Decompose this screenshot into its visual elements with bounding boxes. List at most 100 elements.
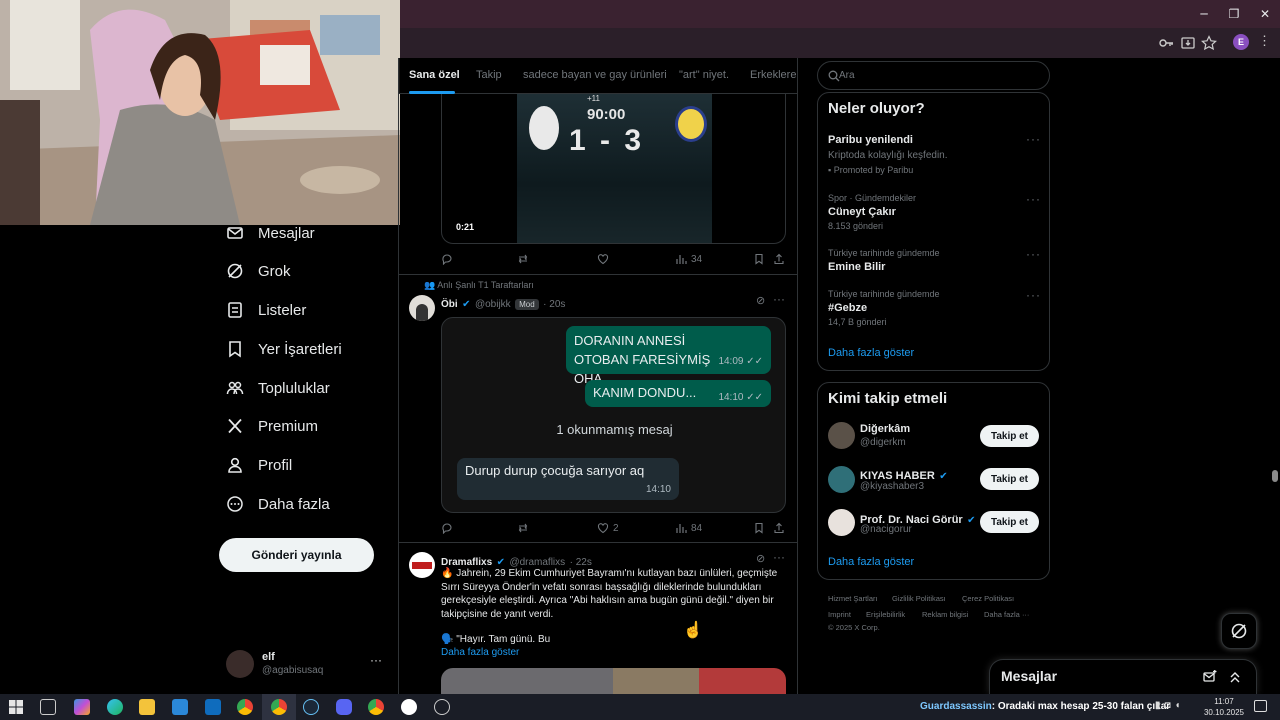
store-icon[interactable] xyxy=(172,699,188,715)
tab-for-you[interactable]: Sana özel xyxy=(409,69,460,81)
chrome-icon[interactable] xyxy=(368,699,384,715)
expand-icon[interactable] xyxy=(1228,670,1242,684)
views-button[interactable]: 84 xyxy=(675,522,702,534)
reply-button[interactable] xyxy=(441,522,453,534)
nav-messages[interactable]: Mesajlar xyxy=(226,218,386,248)
nav-more[interactable]: Daha fazla xyxy=(226,489,386,519)
footer-link[interactable]: Hizmet Şartları xyxy=(828,594,878,603)
chrome-icon[interactable] xyxy=(237,699,253,715)
discord-icon[interactable] xyxy=(336,699,352,715)
views-button[interactable]: 34 xyxy=(675,253,702,265)
footer-link[interactable]: Reklam bilgisi xyxy=(922,610,968,619)
maximize-button[interactable]: ❐ xyxy=(1225,5,1243,23)
user-handle: @kiyashaber3 xyxy=(860,481,925,492)
show-more-link[interactable]: Daha fazla göster xyxy=(828,556,914,568)
avatar[interactable] xyxy=(828,509,855,536)
footer-link[interactable]: Daha fazla ··· xyxy=(984,610,1029,619)
messages-dock[interactable]: Mesajlar xyxy=(989,659,1257,694)
tab-list[interactable]: sadece bayan ve gay ürünleri xyxy=(523,69,667,81)
obs-icon[interactable] xyxy=(401,699,417,715)
verified-icon: ✔ xyxy=(462,299,471,310)
avatar[interactable] xyxy=(409,552,435,578)
copilot-icon[interactable] xyxy=(74,699,90,715)
post-button[interactable]: Gönderi yayınla xyxy=(219,538,374,572)
task-view-icon[interactable] xyxy=(40,699,56,715)
trend-more-icon[interactable]: ··· xyxy=(1026,192,1041,206)
nav-communities[interactable]: Topluluklar xyxy=(226,373,386,403)
tab-following[interactable]: Takip xyxy=(476,69,502,81)
new-message-icon[interactable] xyxy=(1203,670,1217,684)
author-name[interactable]: Öbi xyxy=(441,299,458,310)
trend-more-icon[interactable]: ··· xyxy=(1026,132,1041,146)
clock[interactable]: 11:07 30.10.2025 xyxy=(1199,696,1249,718)
windows-start-icon[interactable] xyxy=(8,699,24,715)
tab-list[interactable]: "art" niyet. xyxy=(679,69,729,81)
close-button[interactable]: ✕ xyxy=(1256,5,1274,23)
app-icon[interactable] xyxy=(434,699,450,715)
share-button[interactable] xyxy=(773,522,785,534)
nav-profile[interactable]: Profil xyxy=(226,450,386,480)
grok-icon[interactable]: ⊘ xyxy=(756,294,765,307)
more-icon[interactable]: ··· xyxy=(773,292,785,306)
grok-floating-button[interactable] xyxy=(1221,613,1257,649)
minimize-button[interactable]: ─ xyxy=(1195,5,1213,23)
scrollbar-thumb[interactable] xyxy=(1272,470,1278,482)
avatar[interactable] xyxy=(828,466,855,493)
follow-button[interactable]: Takip et xyxy=(980,425,1039,447)
follow-button[interactable]: Takip et xyxy=(980,511,1039,533)
nav-label: Listeler xyxy=(258,301,307,319)
star-icon[interactable] xyxy=(1201,35,1217,51)
repost-button[interactable] xyxy=(517,522,529,534)
tab-list[interactable]: Erkeklere xyxy=(750,69,796,81)
edge-icon[interactable] xyxy=(107,699,123,715)
grok-icon[interactable]: ⊘ xyxy=(756,552,765,565)
footer-link[interactable]: Erişilebilirlik xyxy=(866,610,905,619)
account-switcher[interactable]: elf @agabisusaq ··· xyxy=(226,648,386,680)
trend-more-icon[interactable]: ··· xyxy=(1026,288,1041,302)
notifications-icon[interactable] xyxy=(1254,700,1267,712)
author-handle[interactable]: @obijkk xyxy=(475,299,511,310)
reply-button[interactable] xyxy=(441,253,453,265)
follow-button[interactable]: Takip et xyxy=(980,468,1039,490)
profile-avatar[interactable]: E xyxy=(1233,34,1249,50)
outlook-icon[interactable] xyxy=(205,699,221,715)
trend-name[interactable]: Emine Bilir xyxy=(828,261,885,273)
bookmark-button[interactable] xyxy=(753,253,765,265)
trend-name[interactable]: Paribu yenilendi xyxy=(828,134,913,146)
video-player[interactable]: +11 90:00 1 - 3 0:21 xyxy=(441,94,786,244)
nav-premium[interactable]: Premium xyxy=(226,411,386,441)
share-button[interactable] xyxy=(773,253,785,265)
steam-icon[interactable] xyxy=(303,699,319,715)
file-explorer-icon[interactable] xyxy=(139,699,155,715)
like-button[interactable] xyxy=(597,253,609,265)
nav-grok[interactable]: Grok xyxy=(226,256,386,286)
system-tray-icons[interactable]: ▮◘◖ xyxy=(1155,700,1185,711)
post-media[interactable] xyxy=(441,668,786,694)
trend-name[interactable]: #Gebze xyxy=(828,302,867,314)
avatar[interactable] xyxy=(828,422,855,449)
show-more-link[interactable]: Daha fazla göster xyxy=(828,347,914,359)
kebab-menu-icon[interactable]: ⋮ xyxy=(1258,33,1271,49)
nav-label: Premium xyxy=(258,417,319,435)
nav-lists[interactable]: Listeler xyxy=(226,295,386,325)
chat-screenshot[interactable]: DORANIN ANNESİ OTOBAN FARESİYMİŞ OHA 14:… xyxy=(441,317,786,513)
trend-more-icon[interactable]: ··· xyxy=(1026,247,1041,261)
nav-bookmarks[interactable]: Yer İşaretleri xyxy=(226,334,386,364)
repost-button[interactable] xyxy=(517,253,529,265)
avatar[interactable] xyxy=(409,295,435,321)
more-icon[interactable]: ··· xyxy=(773,550,785,564)
account-more-icon[interactable]: ··· xyxy=(370,653,382,667)
key-icon[interactable] xyxy=(1158,35,1174,51)
search-box[interactable]: Ara xyxy=(817,61,1050,90)
footer-link[interactable]: Çerez Politikası xyxy=(962,594,1014,603)
show-more-link[interactable]: Daha fazla göster xyxy=(441,647,519,658)
trend-name[interactable]: Cüneyt Çakır xyxy=(828,206,896,218)
bookmark-button[interactable] xyxy=(753,522,765,534)
clock-time: 11:07 xyxy=(1214,697,1234,706)
user-name[interactable]: Diğerkâm xyxy=(860,423,910,435)
chrome-icon[interactable] xyxy=(271,699,287,715)
install-app-icon[interactable] xyxy=(1180,35,1196,51)
footer-link[interactable]: Gizlilik Politikası xyxy=(892,594,946,603)
like-button[interactable]: 2 xyxy=(597,522,619,534)
footer-link[interactable]: Imprint xyxy=(828,610,851,619)
